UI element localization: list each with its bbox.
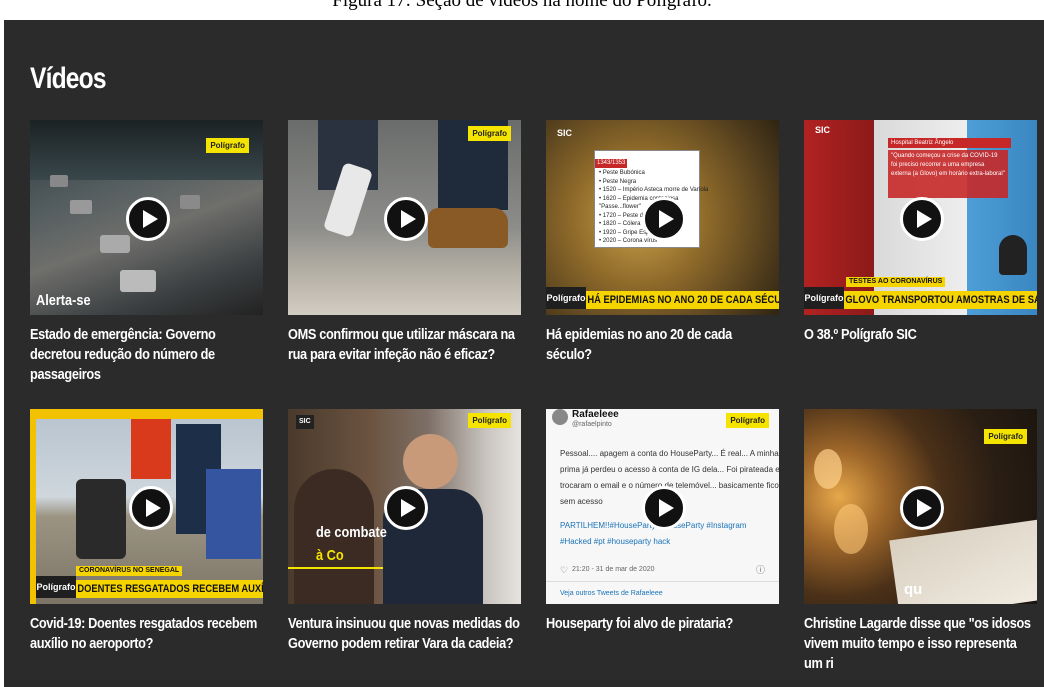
avatar xyxy=(552,409,568,425)
thumbnail-overlay-text: de combate xyxy=(316,524,387,541)
headline-banner: GLOVO TRANSPORTOU AMOSTRAS DE SANGUE? xyxy=(842,291,1037,309)
video-card[interactable]: SIC Polígrafo de combate à Co Ventura in… xyxy=(288,409,521,654)
worker-shape xyxy=(206,469,261,559)
divider xyxy=(546,581,779,582)
video-card[interactable]: SIC 1343/1353 • Peste Bubónica • Peste N… xyxy=(546,120,779,365)
video-thumbnail[interactable]: Polígrafo xyxy=(288,120,521,315)
video-card[interactable]: Polígrafo OMS confirmou que utilizar más… xyxy=(288,120,521,365)
play-icon[interactable] xyxy=(641,196,686,241)
tweet-line: prima já perdeu o acesso à conta de IG d… xyxy=(560,465,779,474)
video-title[interactable]: Covid-19: Doentes resgatados recebem aux… xyxy=(30,614,262,654)
tweet-line: Pessoal.... apagem a conta do HouseParty… xyxy=(560,449,779,458)
poligrafo-badge: Polígrafo xyxy=(468,413,511,428)
candle-light xyxy=(814,449,842,489)
person-shape xyxy=(76,479,126,559)
video-title[interactable]: O 38.º Polígrafo SIC xyxy=(804,325,1036,345)
sic-logo: SIC xyxy=(815,125,831,135)
video-thumbnail[interactable]: Polígrafo qu xyxy=(804,409,1037,604)
boot-shape xyxy=(428,208,508,248)
face-shape xyxy=(403,434,458,489)
thumbnail-overlay-text: Alerta-se xyxy=(36,292,91,309)
car-shape xyxy=(180,195,200,209)
topic-tag: CORONAVÍRUS NO SENEGAL xyxy=(76,566,183,576)
video-card[interactable]: SIC Hospital Beatriz Ângelo "Quando come… xyxy=(804,120,1037,345)
tweet-handle: @rafaelpinto xyxy=(572,421,612,428)
sic-poligrafo-logo: Polígrafo xyxy=(36,576,76,598)
car-shape xyxy=(120,270,156,292)
section-title: Vídeos xyxy=(30,62,107,95)
video-card[interactable]: CORONAVÍRUS NO SENEGAL Polígrafo DOENTES… xyxy=(30,409,263,654)
lamp-shape xyxy=(999,235,1027,275)
sic-poligrafo-logo: Polígrafo xyxy=(804,287,844,309)
poligrafo-badge: Polígrafo xyxy=(726,413,769,428)
headline-banner: HÁ EPIDEMIAS NO ANO 20 DE CADA SÉCULO? xyxy=(584,291,779,309)
poligrafo-badge: Polígrafo xyxy=(984,429,1027,444)
video-thumbnail[interactable]: SIC 1343/1353 • Peste Bubónica • Peste N… xyxy=(546,120,779,315)
videos-section: Vídeos Polígrafo Alerta-se Estado de eme… xyxy=(4,20,1044,687)
tweet-time: 21:20 - 31 de mar de 2020 xyxy=(572,566,655,573)
video-thumbnail[interactable]: Rafaeleee @rafaelpinto Polígrafo Pessoal… xyxy=(546,409,779,604)
underline-bar xyxy=(288,567,383,569)
video-thumbnail[interactable]: SIC Polígrafo de combate à Co xyxy=(288,409,521,604)
video-thumbnail[interactable]: Polígrafo Alerta-se xyxy=(30,120,263,315)
list-line: • Peste Bubónica xyxy=(599,170,645,176)
worker-shape xyxy=(131,419,171,479)
info-icon: ⓘ xyxy=(755,565,765,575)
play-icon[interactable] xyxy=(899,196,944,241)
list-line: • 1620 – Epidemia contagiosa xyxy=(599,195,679,202)
play-icon[interactable] xyxy=(125,196,170,241)
candle-light xyxy=(834,504,868,554)
video-card[interactable]: Rafaeleee @rafaelpinto Polígrafo Pessoal… xyxy=(546,409,779,634)
play-icon[interactable] xyxy=(641,485,686,530)
poligrafo-badge: Polígrafo xyxy=(468,126,511,141)
video-card[interactable]: Polígrafo Alerta-se Estado de emergência… xyxy=(30,120,263,385)
video-title[interactable]: Há epidemias no ano 20 de cada século? xyxy=(546,325,778,365)
car-shape xyxy=(100,235,130,253)
thumbnail-overlay-text: à Co xyxy=(316,547,344,564)
poligrafo-badge: Polígrafo xyxy=(206,138,249,153)
headline-banner: DOENTES RESGATADOS RECEBEM AUXÍLIO NO AE… xyxy=(74,580,263,598)
video-thumbnail[interactable]: SIC Hospital Beatriz Ângelo "Quando come… xyxy=(804,120,1037,315)
car-shape xyxy=(50,175,68,187)
channel-logo: SIC xyxy=(296,415,314,429)
list-line: • Peste Negra xyxy=(599,178,637,185)
thumbnail-overlay-text: qu xyxy=(904,581,923,598)
tweet-line: sem acesso xyxy=(560,497,603,506)
topic-tag: TESTES AO CORONAVÍRUS xyxy=(846,277,946,287)
video-title[interactable]: Estado de emergência: Governo decretou r… xyxy=(30,325,262,385)
frame-top xyxy=(36,409,263,419)
list-line: • 1520 – Império Asteca morre de Varíola xyxy=(599,187,709,193)
video-thumbnail[interactable]: CORONAVÍRUS NO SENEGAL Polígrafo DOENTES… xyxy=(30,409,263,604)
list-line: 1343/1353 xyxy=(595,159,628,168)
video-title[interactable]: Christine Lagarde disse que "os idosos v… xyxy=(804,614,1036,674)
quote-header: Hospital Beatriz Ângelo xyxy=(888,138,1011,148)
video-title[interactable]: Ventura insinuou que novas medidas do Go… xyxy=(288,614,520,654)
quote-text: "Quando começou a crise da COVID-19 foi … xyxy=(888,150,1008,198)
sic-logo: SIC xyxy=(557,128,573,138)
car-shape xyxy=(70,200,92,214)
tweet-user: Rafaeleee xyxy=(572,409,619,420)
tweet-more-link[interactable]: Veja outros Tweets de Rafaeleee xyxy=(560,589,663,599)
list-line: • 2020 – Corona vírus xyxy=(599,238,658,244)
play-icon[interactable] xyxy=(383,196,428,241)
play-icon[interactable] xyxy=(383,485,428,530)
video-title[interactable]: OMS confirmou que utilizar máscara na ru… xyxy=(288,325,520,365)
play-icon[interactable] xyxy=(899,485,944,530)
heart-icon: ♡ xyxy=(560,565,569,575)
sic-poligrafo-logo: Polígrafo xyxy=(546,287,586,309)
play-icon[interactable] xyxy=(128,485,173,530)
video-card[interactable]: Polígrafo qu Christine Lagarde disse que… xyxy=(804,409,1037,674)
video-title[interactable]: Houseparty foi alvo de pirataria? xyxy=(546,614,778,634)
tweet-line: #Hacked #pt #houseparty hack xyxy=(560,537,671,546)
